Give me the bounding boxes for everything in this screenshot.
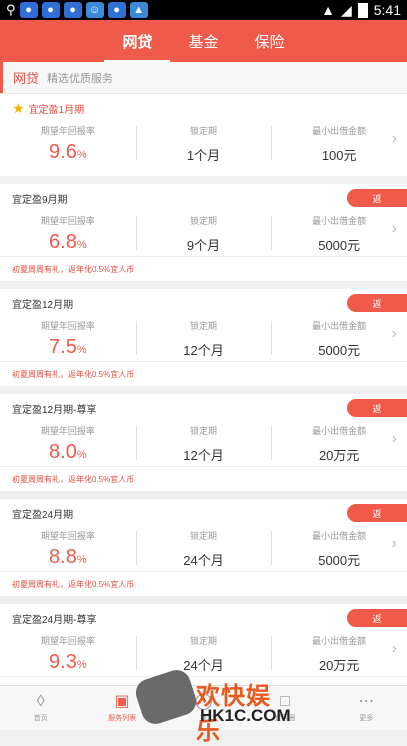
home-icon: ◊: [36, 693, 45, 710]
rate-label: 期望年回报率: [40, 216, 95, 226]
section-description: 精选优质服务: [47, 72, 114, 85]
chart-icon: ▲: [129, 2, 148, 18]
lock-label: 锁定期: [190, 636, 218, 646]
chevron-right-icon: ›: [391, 325, 397, 342]
min-value: 5000元: [318, 343, 361, 358]
promo-text: 初夏周周有礼，返年化0.5%宜人币: [0, 361, 407, 386]
min-value: 20万元: [318, 448, 360, 463]
product-card[interactable]: 宜定盈12月期 返 期望年回报率 7.5% 锁定期 12个月 最小出借金额 50…: [0, 289, 407, 386]
product-card[interactable]: 宜定盈9月期 返 期望年回报率 6.8% 锁定期 9个月 最小出借金额 5000…: [0, 184, 407, 281]
rate-value: 8.8%: [49, 546, 87, 568]
rate-value: 9.3%: [49, 651, 87, 673]
bottom-nav: ◊ 首页 ▣ 服务列表 ◯ 我 □ 宜客圈 ⋯ 更多: [0, 685, 407, 730]
chevron-right-icon: ›: [391, 640, 397, 657]
rebate-badge: 返: [347, 399, 407, 417]
paw-icon: ●: [107, 2, 126, 18]
lock-value: 9个月: [186, 238, 221, 253]
product-name: 宜定盈9月期: [12, 194, 68, 206]
min-label: 最小出借金额: [312, 636, 367, 646]
lock-value: 1个月: [186, 148, 221, 163]
star-icon: ★: [12, 99, 25, 116]
nav-home[interactable]: ◊ 首页: [0, 686, 81, 730]
face-icon: ☺: [85, 2, 104, 18]
nav-more[interactable]: ⋯ 更多: [326, 686, 407, 730]
promo-text: 初夏周周有礼，返年化0.5%宜人币: [0, 256, 407, 281]
rebate-badge: 返: [347, 504, 407, 522]
chevron-right-icon: ›: [391, 130, 397, 147]
paw-icon: ●: [19, 2, 38, 18]
lock-value: 12个月: [183, 343, 224, 358]
min-label: 最小出借金额: [312, 426, 367, 436]
chevron-right-icon: ›: [391, 220, 397, 237]
paw-icon: ●: [63, 2, 82, 18]
tab-jijin[interactable]: 基金: [170, 31, 236, 62]
lock-label: 锁定期: [190, 216, 218, 226]
section-header: 网贷 精选优质服务: [0, 62, 407, 94]
min-value: 100元: [321, 148, 357, 163]
min-label: 最小出借金额: [312, 531, 367, 541]
status-bar: ⚲ ● ● ● ☺ ● ▲ ▲ ◢ 5:41: [0, 0, 407, 20]
briefcase-icon: ▣: [114, 693, 130, 710]
lock-label: 锁定期: [190, 531, 218, 541]
min-value: 5000元: [318, 238, 361, 253]
rate-label: 期望年回报率: [40, 426, 95, 436]
rate-value: 9.6%: [49, 141, 87, 163]
battery-icon: [357, 2, 368, 18]
chevron-right-icon: ›: [391, 535, 397, 552]
chevron-right-icon: ›: [391, 430, 397, 447]
rate-value: 8.0%: [49, 441, 87, 463]
section-accent: [0, 62, 3, 93]
nav-service-list[interactable]: ▣ 服务列表: [81, 686, 162, 730]
rebate-badge: 返: [347, 189, 407, 207]
product-card[interactable]: ★ 宜定盈1月期 期望年回报率 9.6% 锁定期 1个月 最小出借金额 100元…: [0, 94, 407, 176]
rebate-badge: 返: [347, 609, 407, 627]
lock-value: 24个月: [183, 553, 224, 568]
signal-icon: ◢: [340, 1, 352, 18]
status-bar-system: ▲ ◢ 5:41: [321, 2, 407, 19]
user-icon: ◯: [194, 693, 213, 710]
search-icon: ⚲: [6, 2, 16, 17]
product-name: 宜定盈24月期: [12, 509, 74, 521]
product-card[interactable]: 宜定盈24月期 返 期望年回报率 8.8% 锁定期 24个月 最小出借金额 50…: [0, 499, 407, 596]
rate-label: 期望年回报率: [40, 636, 95, 646]
rate-label: 期望年回报率: [40, 321, 95, 331]
min-value: 5000元: [318, 553, 361, 568]
nav-yikequan[interactable]: □ 宜客圈: [244, 686, 325, 730]
lock-value: 24个月: [183, 658, 224, 673]
tab-wangdai[interactable]: 网贷: [104, 31, 171, 62]
min-label: 最小出借金额: [312, 321, 367, 331]
min-value: 20万元: [318, 658, 360, 673]
more-icon: ⋯: [358, 693, 375, 710]
paw-icon: ●: [41, 2, 60, 18]
chat-icon: □: [280, 693, 290, 710]
lock-label: 锁定期: [190, 321, 218, 331]
rebate-badge: 返: [347, 294, 407, 312]
product-list: ★ 宜定盈1月期 期望年回报率 9.6% 锁定期 1个月 最小出借金额 100元…: [0, 94, 407, 709]
product-name: 宜定盈12月期: [12, 299, 74, 311]
min-label: 最小出借金额: [312, 126, 367, 136]
rate-label: 期望年回报率: [40, 531, 95, 541]
section-title: 网贷: [13, 71, 40, 86]
nav-me[interactable]: ◯ 我: [163, 686, 244, 730]
rate-label: 期望年回报率: [40, 126, 95, 136]
top-tab-bar: 网贷 基金 保险: [0, 20, 407, 62]
promo-text: 初夏周周有礼，返年化0.5%宜人币: [0, 466, 407, 491]
lock-label: 锁定期: [190, 126, 218, 136]
product-name: 宜定盈12月期-尊享: [12, 404, 97, 416]
clock: 5:41: [373, 2, 401, 18]
product-name: 宜定盈1月期: [28, 104, 85, 116]
product-name: 宜定盈24月期-尊享: [12, 614, 97, 626]
lock-label: 锁定期: [190, 426, 218, 436]
tab-baoxian[interactable]: 保险: [237, 31, 303, 62]
min-label: 最小出借金额: [312, 216, 367, 226]
lock-value: 12个月: [183, 448, 224, 463]
promo-text: 初夏周周有礼，返年化0.5%宜人币: [0, 571, 407, 596]
rate-value: 6.8%: [49, 231, 87, 253]
product-card[interactable]: 宜定盈12月期-尊享 返 期望年回报率 8.0% 锁定期 12个月 最小出借金额…: [0, 394, 407, 491]
rate-value: 7.5%: [49, 336, 87, 358]
status-bar-apps: ⚲ ● ● ● ☺ ● ▲: [0, 2, 148, 18]
wifi-icon: ▲: [321, 2, 335, 18]
